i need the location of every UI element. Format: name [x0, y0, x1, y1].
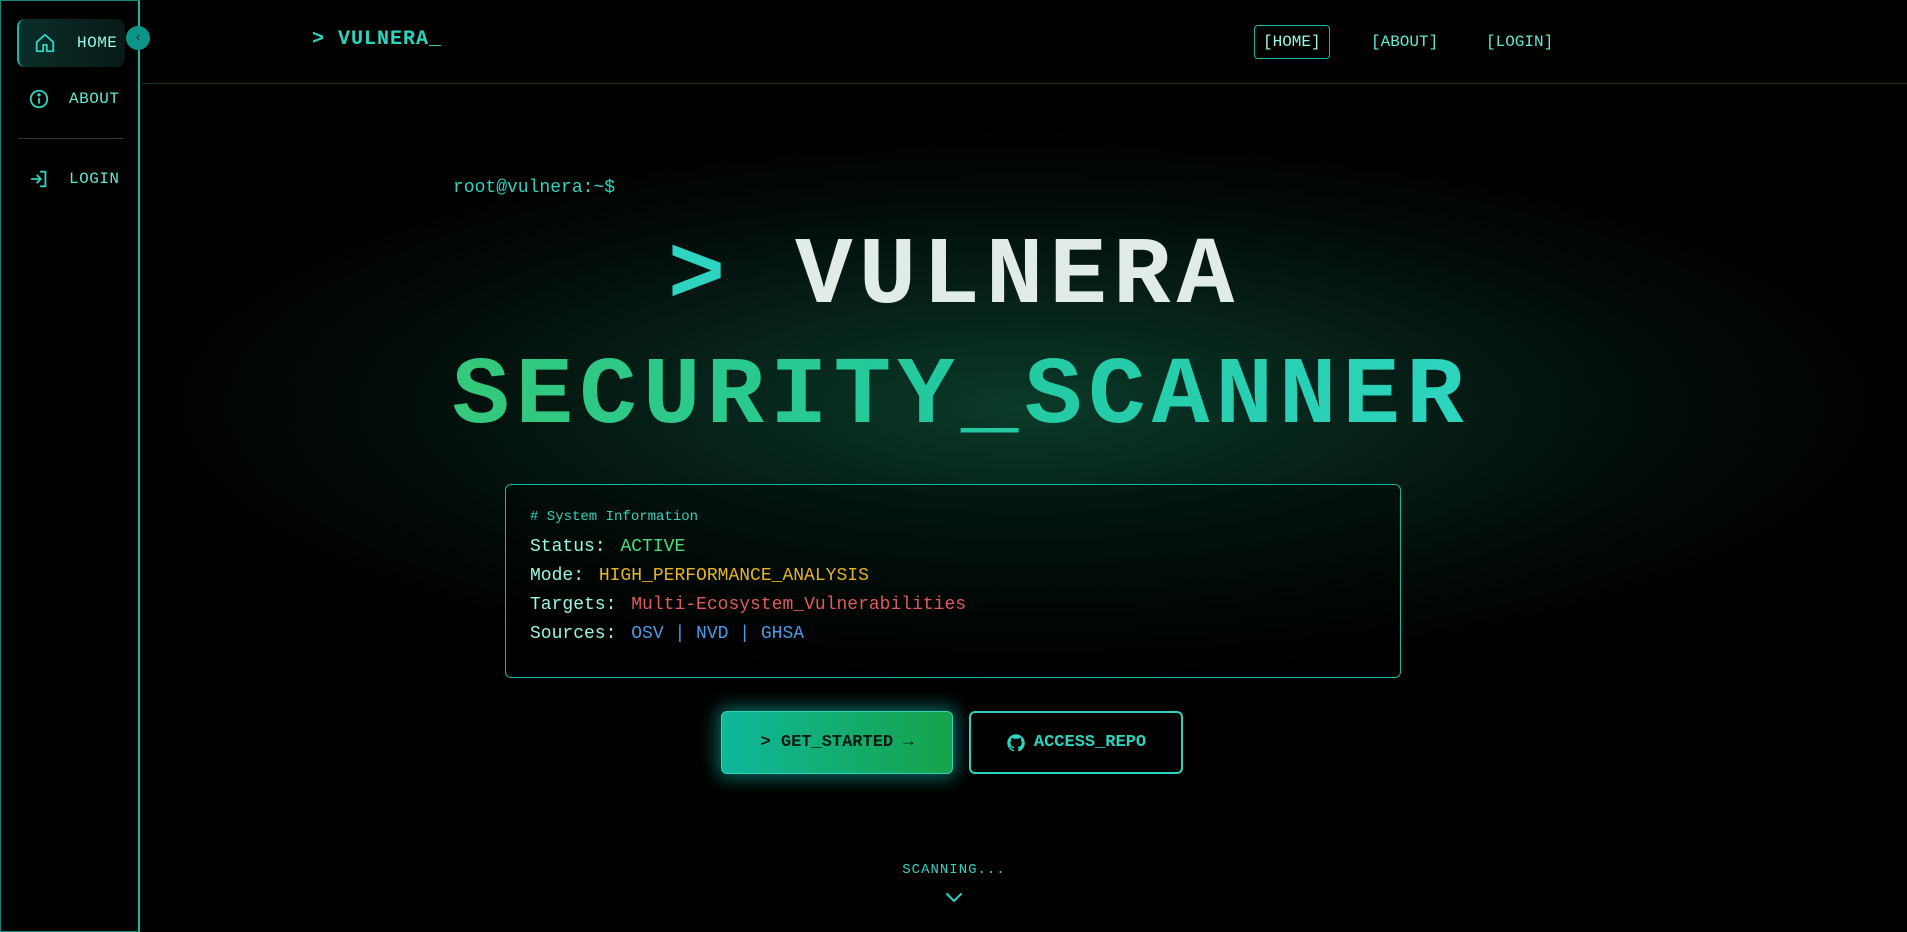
sidebar-item-login[interactable]: LOGIN	[17, 155, 125, 203]
system-info-panel: # System Information Status: ACTIVE Mode…	[505, 484, 1401, 678]
info-value-status: ACTIVE	[620, 537, 686, 557]
scanning-indicator: SCANNING...	[902, 862, 1006, 878]
hero-section: root@vulnera:~$ > VULNERA SECURITY_SCANN…	[142, 84, 1907, 932]
info-icon	[27, 87, 51, 111]
hero-title-chevron: >	[667, 222, 732, 331]
hero-title-word: VULNERA	[794, 222, 1241, 331]
sidebar-item-label: ABOUT	[69, 90, 120, 108]
sidebar-collapse-button[interactable]: ‹	[126, 26, 150, 50]
info-key: Sources:	[530, 624, 617, 644]
chevron-left-icon: ‹	[134, 31, 142, 45]
info-row-mode: Mode: HIGH_PERFORMANCE_ANALYSIS	[530, 562, 1376, 591]
sidebar-item-label: HOME	[77, 34, 118, 52]
info-row-status: Status: ACTIVE	[530, 533, 1376, 562]
info-row-targets: Targets: Multi-Ecosystem_Vulnerabilities	[530, 591, 1376, 620]
info-value-sources: OSV | NVD | GHSA	[631, 624, 805, 644]
login-icon	[27, 167, 51, 191]
get-started-button[interactable]: > GET_STARTED →	[721, 711, 953, 774]
sidebar: HOME ABOUT LOGIN	[0, 0, 140, 932]
system-info-heading: # System Information	[530, 509, 699, 525]
info-key: Targets:	[530, 595, 617, 615]
sidebar-item-label: LOGIN	[69, 170, 120, 188]
chevron-down-icon[interactable]	[942, 890, 966, 906]
brand-logo[interactable]: > VULNERA_	[312, 28, 442, 51]
info-key: Mode:	[530, 566, 585, 586]
top-nav: > VULNERA_ [HOME] [ABOUT] [LOGIN]	[142, 0, 1907, 84]
info-key: Status:	[530, 537, 606, 557]
github-icon	[1007, 733, 1025, 751]
sidebar-divider	[18, 138, 124, 139]
access-repo-label: ACCESS_REPO	[1033, 733, 1147, 752]
nav-link-home[interactable]: [HOME]	[1254, 25, 1330, 59]
sidebar-item-home[interactable]: HOME	[17, 19, 125, 67]
info-value-mode: HIGH_PERFORMANCE_ANALYSIS	[598, 566, 869, 586]
nav-link-about[interactable]: [ABOUT]	[1363, 25, 1446, 59]
hero-title: > VULNERA	[142, 222, 1766, 331]
info-value-targets: Multi-Ecosystem_Vulnerabilities	[631, 595, 967, 615]
terminal-prompt: root@vulnera:~$	[453, 178, 616, 198]
access-repo-button[interactable]: ACCESS_REPO	[969, 711, 1183, 774]
hero-subtitle: SECURITY_SCANNER	[452, 342, 1470, 451]
info-row-sources: Sources: OSV | NVD | GHSA	[530, 620, 1376, 649]
sidebar-item-about[interactable]: ABOUT	[17, 75, 125, 123]
nav-link-login[interactable]: [LOGIN]	[1478, 25, 1561, 59]
home-icon	[33, 31, 57, 55]
